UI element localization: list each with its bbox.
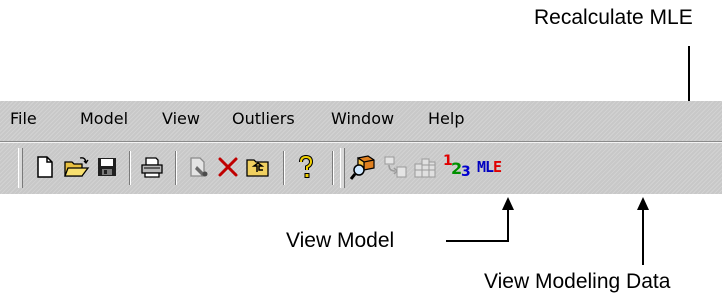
up-folder-icon <box>246 159 269 177</box>
application-window: File Model View Outliers Window Help 1 2… <box>0 101 722 194</box>
view-modeling-data-button[interactable]: 1 2 3 <box>440 152 471 182</box>
toolbar-grip[interactable] <box>340 148 345 188</box>
digit-3: 3 <box>461 164 471 180</box>
view-model-pointer-vertical <box>507 209 509 242</box>
menu-model[interactable]: Model <box>80 109 128 128</box>
transform-icon <box>384 156 407 178</box>
grid-icon <box>414 158 436 178</box>
recalculate-mle-icon: MLE <box>476 158 502 176</box>
toolbar-separator <box>175 151 177 185</box>
mle-letter-e: E <box>493 158 502 176</box>
menu-file[interactable]: File <box>10 109 37 128</box>
view-model-arrowhead <box>502 197 514 210</box>
view-modeling-data-pointer-line <box>642 209 644 265</box>
menu-help[interactable]: Help <box>428 109 464 128</box>
grid-button[interactable] <box>410 152 440 182</box>
menu-window[interactable]: Window <box>331 109 394 128</box>
save-disk-icon <box>98 158 116 176</box>
toolbar-separator <box>129 151 131 185</box>
menu-bar: File Model View Outliers Window Help <box>0 101 722 141</box>
page-properties-button[interactable] <box>183 152 213 182</box>
new-file-icon <box>37 156 53 178</box>
toolbar-grip[interactable] <box>18 148 23 188</box>
view-modeling-data-arrowhead <box>637 197 649 210</box>
print-button[interactable] <box>137 152 167 182</box>
view-model-icon <box>350 155 375 180</box>
new-button[interactable] <box>30 152 60 182</box>
open-button[interactable] <box>62 152 92 182</box>
print-icon <box>141 157 163 178</box>
view-model-annotation: View Model <box>286 229 395 252</box>
delete-button[interactable] <box>213 152 243 182</box>
open-folder-icon <box>64 157 90 177</box>
view-model-button[interactable] <box>348 152 378 182</box>
up-folder-button[interactable] <box>243 152 273 182</box>
transform-button[interactable] <box>380 152 410 182</box>
view-modeling-data-annotation: View Modeling Data <box>484 270 671 293</box>
save-button[interactable] <box>92 152 122 182</box>
help-question-icon <box>299 155 314 178</box>
menu-view[interactable]: View <box>162 109 200 128</box>
toolbar-separator <box>283 151 285 185</box>
mle-letter-m: M <box>476 158 486 176</box>
page-properties-icon <box>190 157 208 177</box>
toolbar-separator <box>332 151 334 185</box>
delete-x-icon <box>218 157 238 177</box>
recalculate-mle-annotation: Recalculate MLE <box>534 6 693 29</box>
menu-outliers[interactable]: Outliers <box>232 109 295 128</box>
view-model-pointer-horizontal <box>446 240 509 242</box>
recalculate-mle-button[interactable]: MLE <box>472 152 506 182</box>
menu-toolbar-divider-highlight <box>0 142 722 143</box>
view-modeling-data-icon: 1 2 3 <box>440 152 471 182</box>
mle-letter-l: L <box>484 158 494 176</box>
help-button[interactable] <box>291 152 321 182</box>
